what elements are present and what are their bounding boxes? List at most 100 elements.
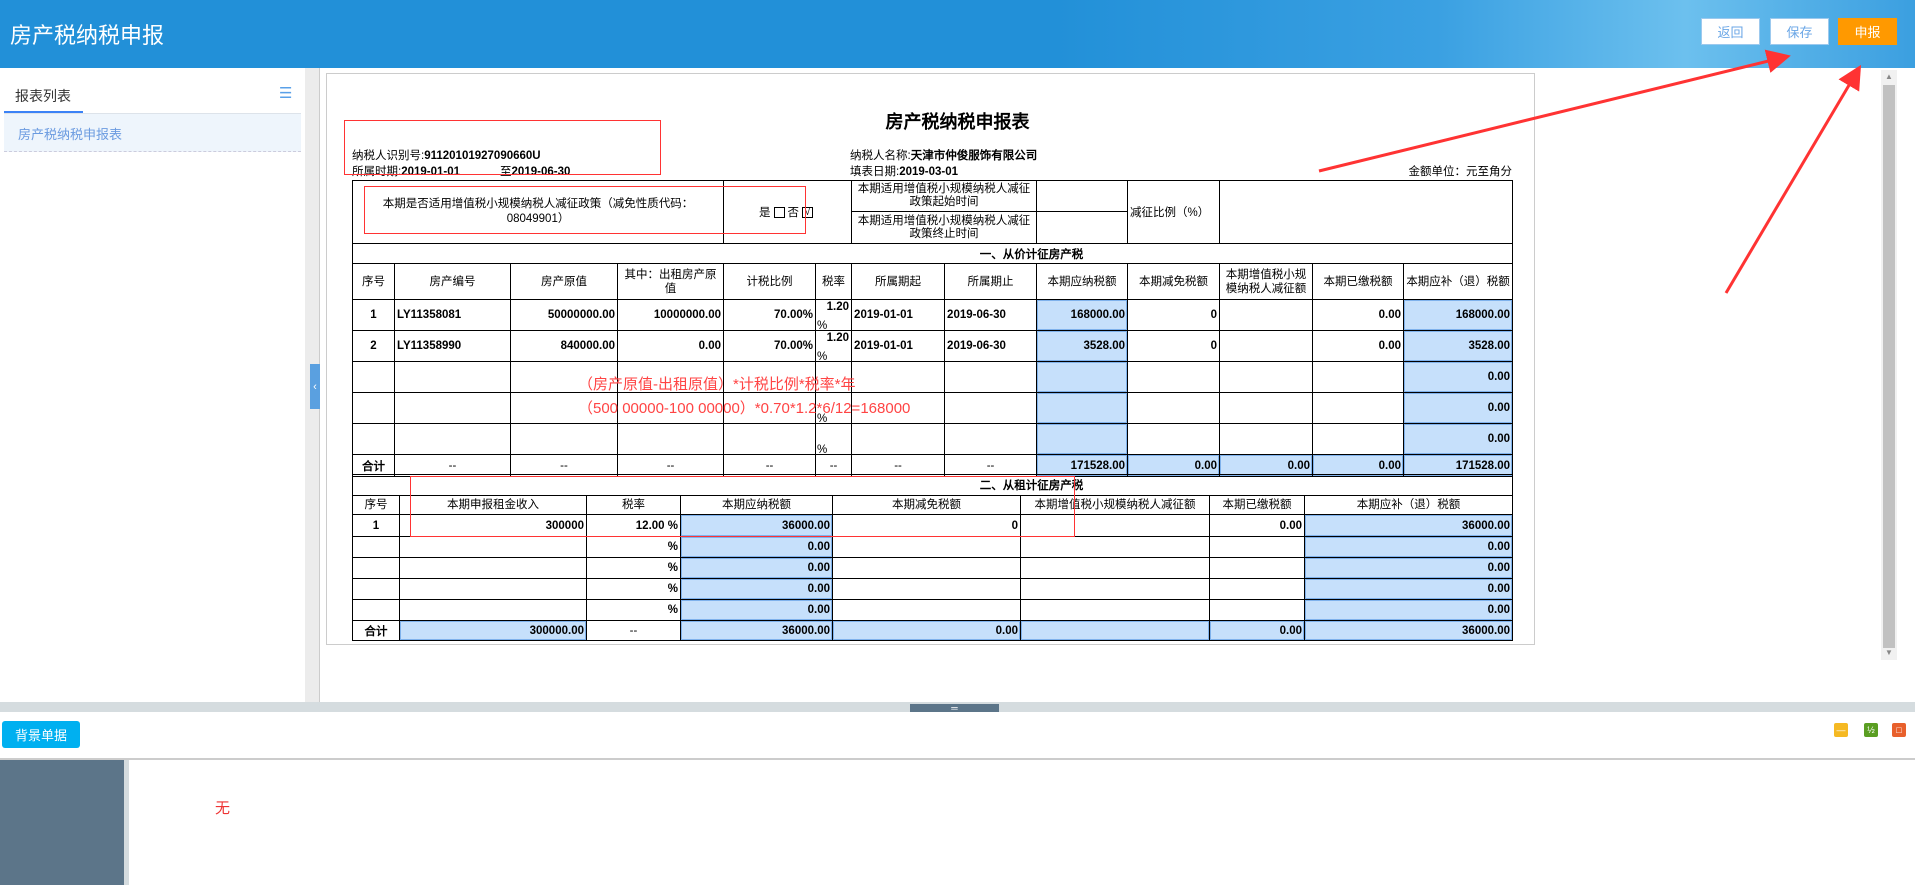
table-cell[interactable]: 2019-01-01 — [851, 330, 946, 362]
table-cell[interactable]: 0.00 — [1209, 514, 1305, 537]
collapse-sidebar-handle[interactable]: ‹ — [310, 364, 320, 409]
table-cell[interactable]: 70.00% — [723, 299, 817, 331]
minimize-icon[interactable]: — — [1834, 723, 1848, 737]
table-cell[interactable] — [851, 423, 946, 455]
table-cell[interactable] — [1020, 557, 1210, 579]
table-cell[interactable] — [394, 423, 511, 455]
tax-rate-cell[interactable]: % — [815, 423, 853, 455]
table-cell[interactable]: 0.00 — [680, 578, 833, 600]
yes-checkbox[interactable] — [773, 207, 785, 219]
splitter-handle[interactable]: ═ — [910, 704, 999, 713]
table-cell[interactable]: 0.00 — [616, 330, 725, 362]
table-cell[interactable] — [1020, 536, 1210, 558]
table-cell[interactable] — [1127, 423, 1221, 455]
tax-rate-cell[interactable]: 12.00 % — [586, 514, 681, 537]
table-cell[interactable] — [399, 536, 587, 558]
table-cell[interactable] — [851, 361, 946, 393]
table-cell[interactable] — [399, 599, 587, 621]
table-cell[interactable] — [394, 361, 511, 393]
table-cell[interactable]: 0.00 — [1304, 599, 1513, 621]
table-cell[interactable] — [1312, 361, 1405, 393]
scrollbar-thumb[interactable] — [1883, 85, 1895, 648]
back-button[interactable]: 返回 — [1701, 18, 1760, 45]
table-cell[interactable] — [1219, 423, 1314, 455]
table-cell[interactable] — [1219, 330, 1314, 362]
table-cell[interactable] — [1209, 578, 1305, 600]
layers-icon[interactable]: ☰ — [279, 86, 295, 102]
reduction-ratio-value[interactable] — [1219, 180, 1514, 244]
scroll-up-icon[interactable]: ▲ — [1881, 70, 1897, 84]
table-cell[interactable] — [1020, 578, 1210, 600]
table-cell[interactable] — [399, 557, 587, 579]
table-cell[interactable] — [1209, 536, 1305, 558]
table-cell[interactable] — [1209, 599, 1305, 621]
table-cell[interactable] — [1219, 361, 1314, 393]
table-cell[interactable]: 0.00 — [680, 557, 833, 579]
table-cell[interactable]: 168000.00 — [1036, 299, 1129, 331]
table-cell[interactable] — [394, 392, 511, 424]
table-cell[interactable]: 70.00% — [723, 330, 817, 362]
submit-button[interactable]: 申报 — [1838, 18, 1897, 45]
tax-rate-cell[interactable]: % — [586, 536, 681, 558]
table-cell[interactable]: 3528.00 — [1036, 330, 1129, 362]
table-cell[interactable]: 3528.00 — [1403, 330, 1514, 362]
table-cell[interactable] — [1036, 423, 1129, 455]
table-cell[interactable]: 300000 — [399, 514, 587, 537]
tax-rate-cell[interactable]: 1.20% — [815, 299, 853, 331]
tax-rate-cell[interactable]: 1.20% — [815, 330, 853, 362]
table-cell[interactable]: 840000.00 — [510, 330, 618, 362]
no-checkbox[interactable]: √ — [802, 207, 814, 219]
table-cell[interactable]: 36000.00 — [680, 514, 833, 537]
table-cell[interactable]: 0 — [1127, 299, 1221, 331]
table-cell[interactable] — [832, 599, 1021, 621]
tax-rate-cell[interactable]: % — [586, 557, 681, 579]
table-cell[interactable]: 168000.00 — [1403, 299, 1514, 331]
table-cell[interactable] — [1036, 392, 1129, 424]
table-cell[interactable] — [399, 578, 587, 600]
policy-start-value[interactable] — [1036, 180, 1129, 212]
scroll-down-icon[interactable]: ▼ — [1881, 646, 1897, 660]
save-button[interactable]: 保存 — [1770, 18, 1829, 45]
table-cell[interactable] — [1312, 392, 1405, 424]
table-cell[interactable]: 0.00 — [1312, 299, 1405, 331]
table-cell[interactable]: 0.00 — [1312, 330, 1405, 362]
table-cell[interactable]: 0.00 — [1304, 536, 1513, 558]
table-cell[interactable]: 10000000.00 — [616, 299, 725, 331]
table-cell[interactable] — [510, 423, 618, 455]
table-cell[interactable]: 2019-06-30 — [944, 299, 1038, 331]
table-cell[interactable]: 0.00 — [1304, 578, 1513, 600]
background-documents-button[interactable]: 背景单据 — [2, 721, 80, 748]
table-cell[interactable]: 50000000.00 — [510, 299, 618, 331]
table-cell[interactable] — [616, 423, 725, 455]
table-cell[interactable] — [832, 578, 1021, 600]
table-cell[interactable] — [832, 557, 1021, 579]
tax-rate-cell[interactable]: % — [586, 599, 681, 621]
table-cell[interactable]: 0 — [832, 514, 1021, 537]
policy-end-value[interactable] — [1036, 211, 1129, 244]
table-cell[interactable] — [1036, 361, 1129, 393]
table-cell[interactable] — [1209, 557, 1305, 579]
tax-rate-cell[interactable]: % — [586, 578, 681, 600]
table-cell[interactable] — [1127, 392, 1221, 424]
table-cell[interactable]: 0.00 — [1304, 557, 1513, 579]
table-cell[interactable] — [723, 423, 817, 455]
table-cell[interactable]: 2019-01-01 — [851, 299, 946, 331]
table-cell[interactable]: 0.00 — [1403, 392, 1514, 424]
table-cell[interactable] — [1020, 599, 1210, 621]
maximize-icon[interactable]: □ — [1892, 723, 1906, 737]
table-cell[interactable] — [944, 423, 1038, 455]
table-cell[interactable]: 36000.00 — [1304, 514, 1513, 537]
table-cell[interactable]: 0.00 — [1403, 423, 1514, 455]
half-size-icon[interactable]: ½ — [1864, 723, 1878, 737]
table-cell[interactable] — [944, 361, 1038, 393]
table-cell[interactable] — [1219, 392, 1314, 424]
table-cell[interactable]: LY11358990 — [394, 330, 511, 362]
table-cell[interactable]: LY11358081 — [394, 299, 511, 331]
table-cell[interactable] — [832, 536, 1021, 558]
table-cell[interactable] — [1312, 423, 1405, 455]
table-cell[interactable]: 0.00 — [1403, 361, 1514, 393]
table-cell[interactable]: 0.00 — [680, 599, 833, 621]
table-cell[interactable]: 2019-06-30 — [944, 330, 1038, 362]
sidebar-tab-report-list[interactable]: 报表列表 — [15, 86, 71, 106]
table-cell[interactable] — [1020, 514, 1210, 537]
